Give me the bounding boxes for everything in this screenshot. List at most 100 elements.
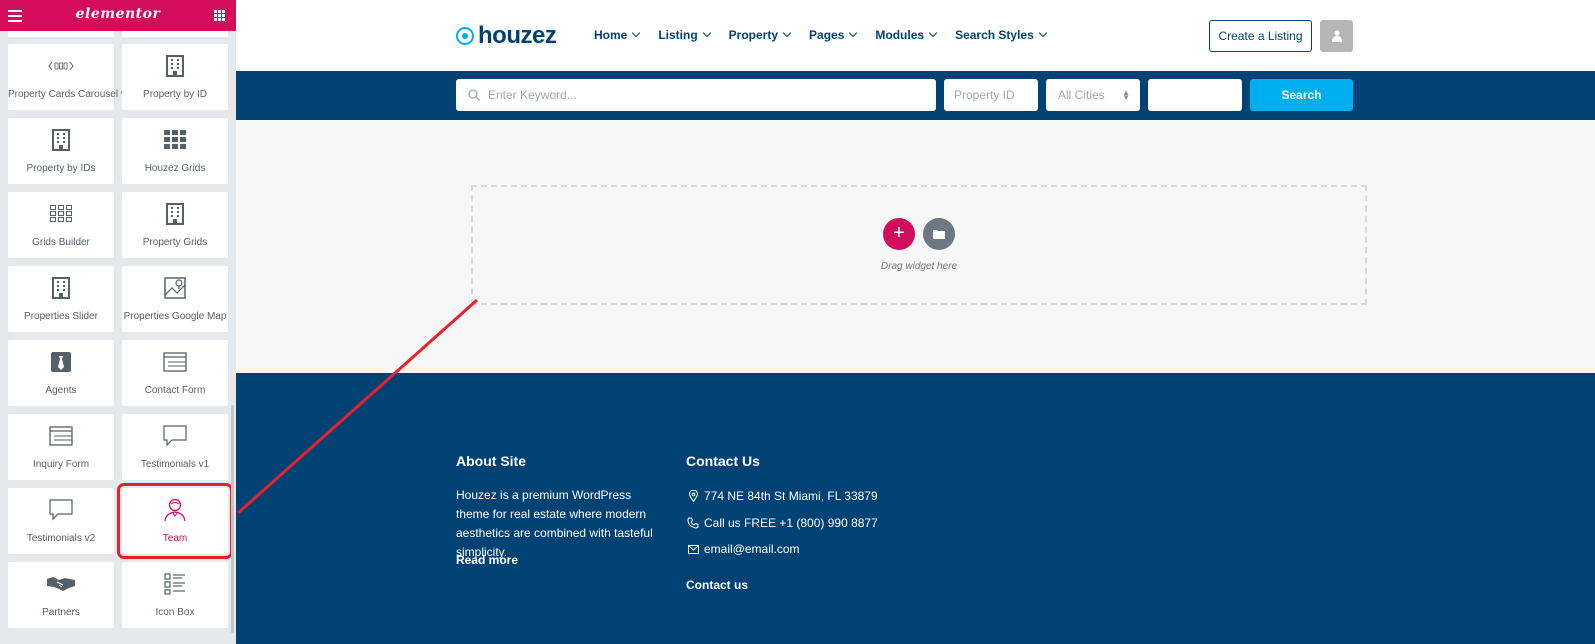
panel-scrollbar[interactable] xyxy=(231,405,234,633)
speech-bubble-icon xyxy=(122,423,228,449)
search-bar: Enter Keyword... Property ID All Cities … xyxy=(236,71,1595,120)
email-text: email@email.com xyxy=(704,542,800,556)
widget-label: Team xyxy=(162,533,188,544)
contact-phone[interactable]: Call us FREE +1 (800) 990 8877 xyxy=(686,516,878,530)
keyword-input[interactable]: Enter Keyword... xyxy=(456,79,936,111)
select-arrows-icon: ▲ ▼ xyxy=(1122,88,1130,102)
building-icon xyxy=(122,201,228,227)
nav-label: Listing xyxy=(658,28,698,42)
read-more-link[interactable]: Read more xyxy=(456,553,518,567)
map-icon xyxy=(122,275,228,301)
widget-label: Inquiry Form xyxy=(32,459,90,470)
widget-label: Testimonials v2 xyxy=(26,533,96,544)
cities-select[interactable]: All Cities ▲ ▼ xyxy=(1046,79,1140,111)
property-id-input[interactable]: Property ID xyxy=(944,79,1038,111)
widget-label: Grids Builder xyxy=(32,237,90,248)
building-icon xyxy=(122,53,228,79)
widget-property-grids[interactable]: Property Grids xyxy=(122,192,228,258)
map-pin-icon xyxy=(686,490,700,502)
about-site-heading: About Site xyxy=(456,453,526,469)
carousel-icon xyxy=(8,53,114,79)
widget-label: Property by ID xyxy=(143,89,207,100)
icon-list-icon xyxy=(122,571,228,597)
about-site-text: Houzez is a premium WordPress theme for … xyxy=(456,488,653,559)
widget-partners[interactable]: Partners xyxy=(8,562,114,628)
widget-label: Property Grids xyxy=(142,237,208,248)
search-button[interactable]: Search xyxy=(1250,79,1353,111)
chevron-down-icon xyxy=(928,28,938,38)
nav-search-styles[interactable]: Search Styles xyxy=(955,28,1048,42)
widget-property-by-ids[interactable]: Property by IDs xyxy=(8,118,114,184)
widgets-grid-icon[interactable] xyxy=(214,10,225,21)
widget-grids-builder[interactable]: Grids Builder xyxy=(8,192,114,258)
widget-label: Properties Slider xyxy=(24,311,98,322)
nav-home[interactable]: Home xyxy=(594,28,641,42)
form-icon xyxy=(122,349,228,375)
widget-houzez-grids[interactable]: Houzez Grids xyxy=(122,118,228,184)
widget-property-by-id[interactable]: Property by ID xyxy=(122,44,228,110)
envelope-icon xyxy=(686,544,700,554)
handshake-icon xyxy=(8,571,114,597)
widget-grid: Property Cards Carousel v6 Property by I… xyxy=(8,44,233,628)
extra-search-field[interactable] xyxy=(1148,79,1242,111)
user-account-button[interactable] xyxy=(1320,20,1353,52)
nav-pages[interactable]: Pages xyxy=(809,28,858,42)
widget-testimonials-v1[interactable]: Testimonials v1 xyxy=(122,414,228,480)
nav-listing[interactable]: Listing xyxy=(658,28,711,42)
grid-icon xyxy=(122,127,228,153)
widget-property-cards-carousel-v6[interactable]: Property Cards Carousel v6 xyxy=(8,44,131,110)
elementor-panel: elementor Property Cards Carousel v6 Pro… xyxy=(0,0,236,644)
nav-modules[interactable]: Modules xyxy=(875,28,938,42)
widget-label: Houzez Grids xyxy=(144,163,206,174)
keyword-placeholder: Enter Keyword... xyxy=(488,88,577,102)
add-section-plus-icon[interactable]: + xyxy=(883,218,915,250)
template-folder-icon[interactable] xyxy=(923,218,955,250)
contact-email[interactable]: email@email.com xyxy=(686,542,800,556)
agent-icon xyxy=(8,349,114,375)
phone-text: Call us FREE +1 (800) 990 8877 xyxy=(704,516,878,530)
main-nav: Home Listing Property Pages Modules Sear… xyxy=(594,28,1065,42)
chevron-down-icon xyxy=(782,28,792,38)
widget-label: Testimonials v1 xyxy=(140,459,210,470)
widget-properties-slider[interactable]: Properties Slider xyxy=(8,266,114,332)
houzez-logo[interactable]: houzez xyxy=(456,22,557,50)
contact-us-link[interactable]: Contact us xyxy=(686,578,748,592)
form-icon xyxy=(8,423,114,449)
widget-icon-box[interactable]: Icon Box xyxy=(122,562,228,628)
panel-header: elementor xyxy=(0,0,236,31)
nav-label: Property xyxy=(728,28,779,42)
widget-label: Icon Box xyxy=(155,607,195,618)
widget-inquiry-form[interactable]: Inquiry Form xyxy=(8,414,114,480)
nav-label: Search Styles xyxy=(955,28,1034,42)
widget-drop-zone[interactable]: + Drag widget here xyxy=(471,185,1367,305)
widget-contact-form[interactable]: Contact Form xyxy=(122,340,228,406)
address-text: 774 NE 84th St Miami, FL 33879 xyxy=(704,489,878,503)
create-listing-button[interactable]: Create a Listing xyxy=(1209,20,1312,52)
cities-selected-value: All Cities xyxy=(1058,88,1105,102)
search-icon xyxy=(468,89,480,101)
speech-bubble-icon xyxy=(8,497,114,523)
building-icon xyxy=(8,127,114,153)
widget-label: Property by IDs xyxy=(26,163,96,174)
nav-label: Modules xyxy=(875,28,925,42)
contact-address: 774 NE 84th St Miami, FL 33879 xyxy=(686,489,878,503)
location-pin-logo-icon xyxy=(456,27,474,45)
widget-label: Partners xyxy=(42,607,80,618)
chevron-down-icon xyxy=(702,28,711,38)
site-header: houzez Home Listing Property Pages Modul… xyxy=(236,0,1595,71)
site-footer: About Site Houzez is a premium WordPress… xyxy=(236,373,1595,644)
chevron-down-icon xyxy=(849,28,858,38)
grid-builder-icon xyxy=(8,201,114,227)
widget-agents[interactable]: Agents xyxy=(8,340,114,406)
phone-icon xyxy=(686,517,700,529)
building-icon xyxy=(8,275,114,301)
previous-widget-row xyxy=(8,31,229,37)
nav-property[interactable]: Property xyxy=(728,28,792,42)
widget-testimonials-v2[interactable]: Testimonials v2 xyxy=(8,488,114,554)
person-icon xyxy=(122,497,228,523)
user-icon xyxy=(1331,30,1342,42)
widget-properties-google-map[interactable]: Properties Google Map xyxy=(122,266,228,332)
widget-label: Contact Form xyxy=(144,385,206,396)
widget-team[interactable]: Team xyxy=(117,483,233,559)
nav-label: Pages xyxy=(809,28,845,42)
